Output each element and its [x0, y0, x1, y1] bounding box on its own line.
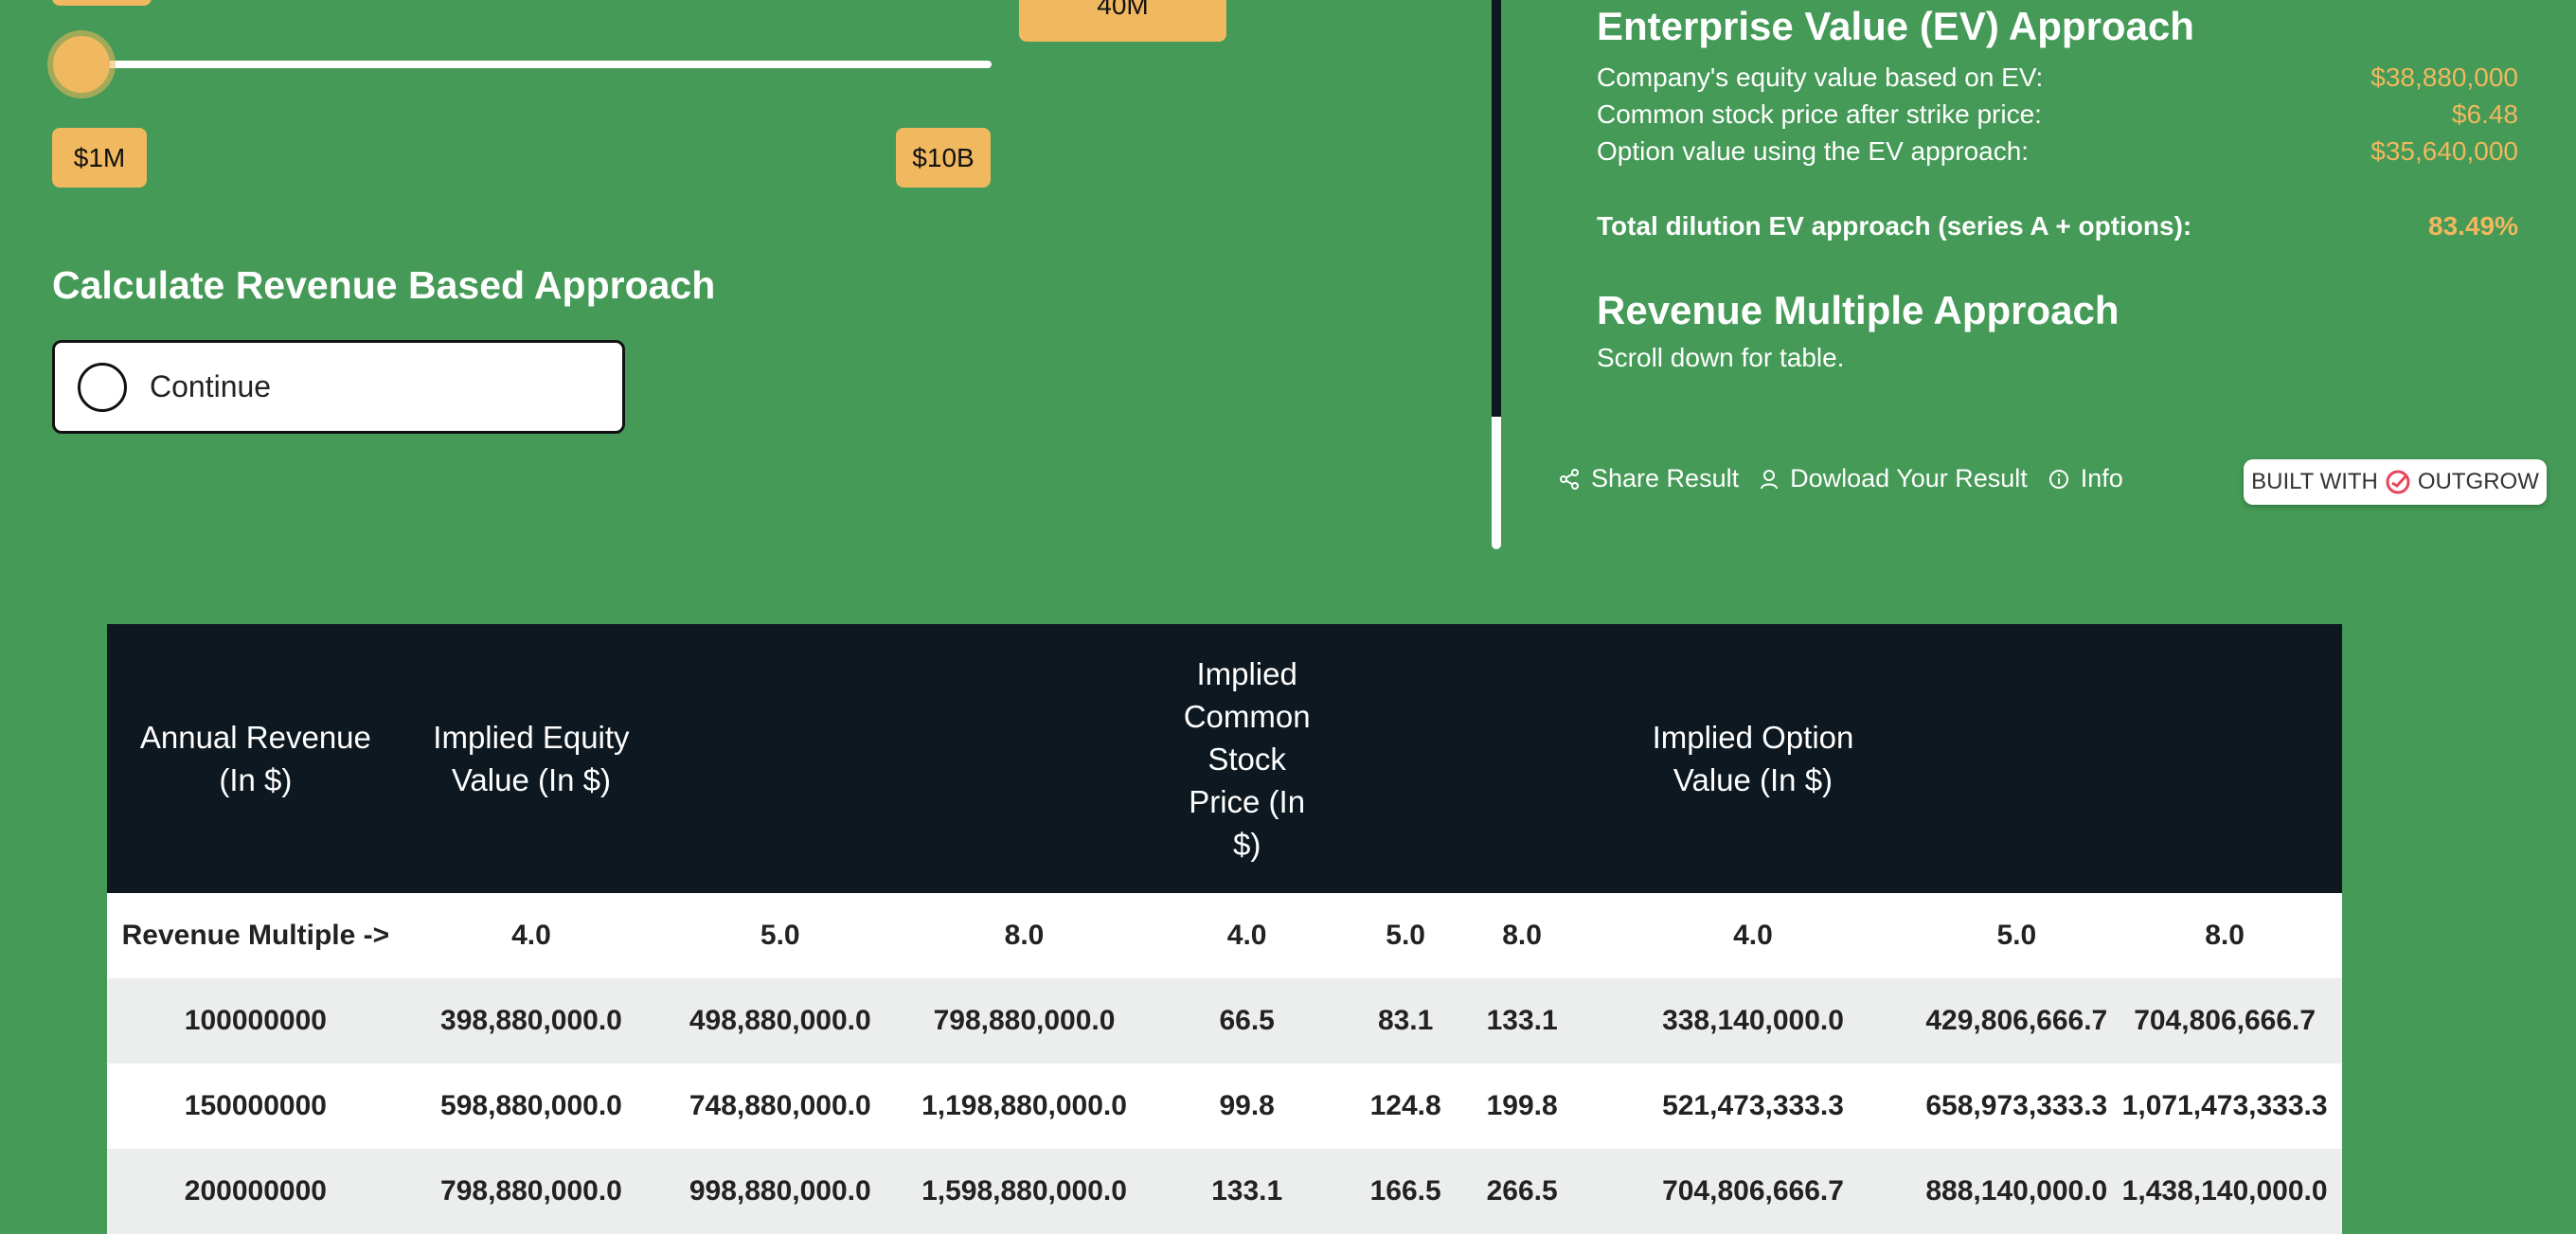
table-cell: 748,880,000.0 [658, 1064, 903, 1149]
table-cell: 8.0 [902, 893, 1147, 978]
table-cell: 1,598,880,000.0 [902, 1149, 1147, 1234]
table-cell: 5.0 [1925, 893, 2108, 978]
column-header: Annual Revenue (In $) [107, 624, 404, 893]
table-cell: 888,140,000.0 [1925, 1149, 2108, 1234]
result-actions: Share Result Dowload Your Result Info [1559, 464, 2144, 493]
table-cell: 4.0 [403, 893, 659, 978]
table-cell: 8.0 [2107, 893, 2342, 978]
table-cell: 99.8 [1146, 1064, 1348, 1149]
column-header [1925, 624, 2108, 893]
column-header: Implied Common Stock Price (In $) [1146, 624, 1348, 893]
table-cell: 398,880,000.0 [403, 978, 659, 1064]
table-cell: Revenue Multiple -> [107, 893, 404, 978]
table-cell: 598,880,000.0 [403, 1064, 659, 1149]
download-result-button[interactable]: Dowload Your Result [1760, 464, 2028, 493]
revenue-multiple-title: Revenue Multiple Approach [1597, 288, 2120, 332]
table-cell: 798,880,000.0 [403, 1149, 659, 1234]
continue-label: Continue [150, 369, 272, 403]
scroll-note: Scroll down for table. [1597, 343, 1845, 372]
ev-row-stock-price: Common stock price after strike price: $… [1597, 99, 2518, 130]
slider-top-chip [52, 0, 152, 6]
scrollbar-track [1492, 0, 1501, 417]
revenue-slider-track[interactable] [59, 61, 992, 68]
info-icon [2048, 469, 2068, 489]
revenue-approach-title: Calculate Revenue Based Approach [52, 263, 716, 307]
column-header [1463, 624, 1581, 893]
table-cell: 5.0 [1347, 893, 1464, 978]
column-header [902, 624, 1147, 893]
table-cell: 133.1 [1146, 1149, 1348, 1234]
ev-row-equity: Company's equity value based on EV: $38,… [1597, 63, 2518, 93]
table-cell: 1,198,880,000.0 [902, 1064, 1147, 1149]
table-cell: 498,880,000.0 [658, 978, 903, 1064]
share-result-label: Share Result [1591, 464, 1740, 492]
share-icon [1560, 468, 1579, 490]
ev-row-value: $38,880,000 [2370, 63, 2518, 92]
table-cell: 798,880,000.0 [902, 978, 1147, 1064]
table-cell: 199.8 [1463, 1064, 1581, 1149]
results-scrollbar[interactable] [1492, 0, 1501, 549]
table-cell: 704,806,666.7 [1580, 1149, 1926, 1234]
info-label: Info [2080, 464, 2123, 492]
ev-row-label: Company's equity value based on EV: [1597, 63, 2044, 92]
info-button[interactable]: Info [2048, 464, 2123, 493]
ev-row-value: $35,640,000 [2370, 136, 2518, 166]
built-with-outgrow-badge[interactable]: BUILT WITH OUTGROW [2244, 459, 2547, 505]
table-cell: 8.0 [1463, 893, 1581, 978]
ev-row-label: Common stock price after strike price: [1597, 99, 2042, 129]
table-cell: 83.1 [1347, 978, 1464, 1064]
table-cell: 658,973,333.3 [1925, 1064, 2108, 1149]
table-row: 100000000 398,880,000.0 498,880,000.0 79… [107, 978, 2342, 1064]
revenue-multiple-table: Annual Revenue (In $) Implied Equity Val… [107, 624, 2342, 1234]
scrollbar-thumb[interactable] [1492, 417, 1501, 549]
table-cell: 998,880,000.0 [658, 1149, 903, 1234]
download-result-label: Dowload Your Result [1790, 464, 2028, 492]
column-header: Implied Equity Value (In $) [403, 624, 659, 893]
ev-row-value: $6.48 [2451, 99, 2518, 129]
table-header-row: Annual Revenue (In $) Implied Equity Val… [107, 624, 2342, 893]
column-header [1347, 624, 1464, 893]
table-cell: 266.5 [1463, 1149, 1581, 1234]
slider-max-label: $10B [896, 128, 991, 188]
table-cell: 166.5 [1347, 1149, 1464, 1234]
table-cell: 5.0 [658, 893, 903, 978]
ev-total-value: 83.49% [2428, 211, 2518, 241]
table-cell: 4.0 [1146, 893, 1348, 978]
table-row: 200000000 798,880,000.0 998,880,000.0 1,… [107, 1149, 2342, 1234]
table-cell: 704,806,666.7 [2107, 978, 2342, 1064]
table-cell: 133.1 [1463, 978, 1581, 1064]
column-header [2107, 624, 2342, 893]
table-row: 150000000 598,880,000.0 748,880,000.0 1,… [107, 1064, 2342, 1149]
built-with-brand: OUTGROW [2417, 469, 2539, 494]
table-cell: 1,438,140,000.0 [2107, 1149, 2342, 1234]
table-row: Revenue Multiple -> 4.0 5.0 8.0 4.0 5.0 … [107, 893, 2342, 978]
table-cell: 200000000 [107, 1149, 404, 1234]
table-cell: 4.0 [1580, 893, 1926, 978]
outgrow-logo-icon [2386, 470, 2410, 494]
slider-min-label: $1M [52, 128, 147, 188]
table-cell: 521,473,333.3 [1580, 1064, 1926, 1149]
table-cell: 100000000 [107, 978, 404, 1064]
table-cell: 338,140,000.0 [1580, 978, 1926, 1064]
ev-row-option-value: Option value using the EV approach: $35,… [1597, 136, 2518, 167]
column-header: Implied Option Value (In $) [1580, 624, 1926, 893]
table-cell: 429,806,666.7 [1925, 978, 2108, 1064]
table-cell: 124.8 [1347, 1064, 1464, 1149]
built-with-prefix: BUILT WITH [2251, 469, 2378, 494]
ev-approach-title: Enterprise Value (EV) Approach [1597, 4, 2194, 48]
user-icon [1761, 469, 1779, 489]
table-cell: 66.5 [1146, 978, 1348, 1064]
table-cell: 1,071,473,333.3 [2107, 1064, 2342, 1149]
revenue-slider-thumb[interactable] [53, 36, 110, 93]
slider-value-chip: 40M [1019, 0, 1226, 42]
column-header [658, 624, 903, 893]
ev-total-label: Total dilution EV approach (series A + o… [1597, 211, 2192, 241]
share-result-button[interactable]: Share Result [1559, 464, 1739, 493]
ev-row-label: Option value using the EV approach: [1597, 136, 2030, 166]
ev-total-dilution: Total dilution EV approach (series A + o… [1597, 211, 2518, 241]
continue-option[interactable]: Continue [52, 340, 625, 434]
table-cell: 150000000 [107, 1064, 404, 1149]
radio-circle-icon[interactable] [78, 362, 127, 412]
